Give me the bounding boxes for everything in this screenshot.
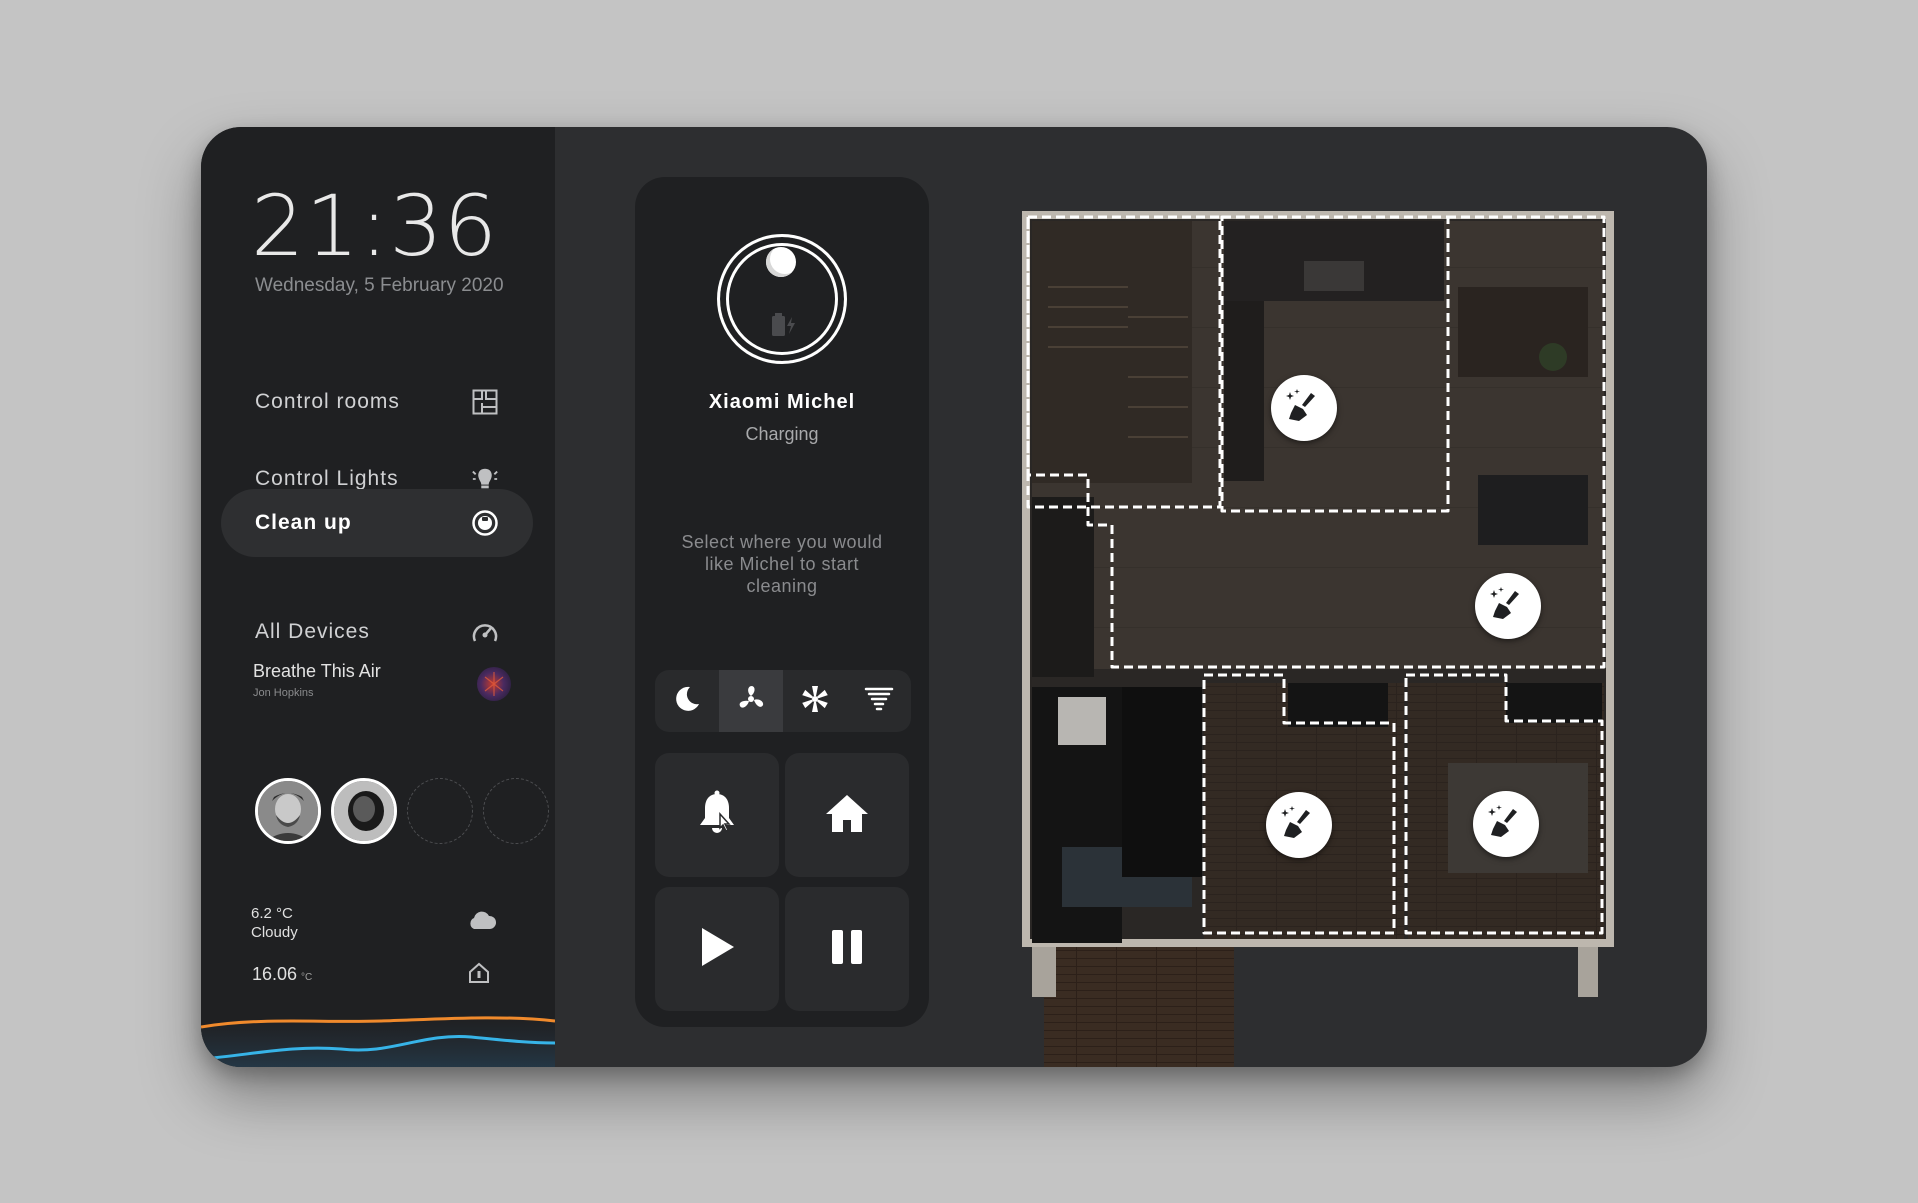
avatar-empty-slot[interactable] bbox=[407, 778, 473, 844]
clean-room-kitchen-button[interactable] bbox=[1271, 375, 1337, 441]
broom-sparkle-icon bbox=[1280, 804, 1318, 847]
avatar-empty-slot[interactable] bbox=[483, 778, 549, 844]
nav-label: Control rooms bbox=[255, 390, 400, 413]
tablet-frame: 21:36 Wednesday, 5 February 2020 Control… bbox=[201, 127, 1707, 1067]
avatar-user-2[interactable] bbox=[331, 778, 397, 844]
clean-room-bedroom-left-button[interactable] bbox=[1266, 792, 1332, 858]
broom-sparkle-icon bbox=[1285, 387, 1323, 430]
robot-vacuum-image bbox=[717, 234, 847, 364]
play-icon bbox=[698, 926, 736, 973]
clean-room-bedroom-right-button[interactable] bbox=[1473, 791, 1539, 857]
tornado-icon bbox=[863, 683, 895, 720]
mode-quiet-button[interactable] bbox=[655, 670, 719, 732]
home-temp-icon bbox=[467, 961, 491, 990]
nav-label: Clean up bbox=[255, 511, 352, 534]
fan-icon bbox=[735, 683, 767, 720]
broom-sparkle-icon bbox=[1487, 803, 1525, 846]
gauge-icon bbox=[471, 618, 499, 646]
clean-room-living-button[interactable] bbox=[1475, 573, 1541, 639]
fan-strong-icon bbox=[799, 683, 831, 720]
dock-button[interactable] bbox=[785, 753, 909, 877]
pause-button[interactable] bbox=[785, 887, 909, 1011]
home-icon bbox=[824, 792, 870, 839]
mode-strong-button[interactable] bbox=[783, 670, 847, 732]
clock-time: 21:36 bbox=[251, 177, 499, 275]
sidebar: 21:36 Wednesday, 5 February 2020 Control… bbox=[201, 127, 555, 1067]
start-button[interactable] bbox=[655, 887, 779, 1011]
locate-button[interactable] bbox=[655, 753, 779, 877]
avatar-user-1[interactable] bbox=[255, 778, 321, 844]
weather-condition: Cloudy bbox=[251, 924, 298, 941]
robot-sensor bbox=[766, 247, 796, 277]
album-art bbox=[477, 667, 511, 701]
action-buttons bbox=[655, 753, 911, 1011]
indoor-temperature-value: 16.06 bbox=[252, 964, 298, 984]
device-panel: Xiaomi Michel Charging Select where you … bbox=[635, 177, 929, 1027]
clock-date: Wednesday, 5 February 2020 bbox=[255, 275, 504, 296]
floor-plan-image bbox=[1022, 211, 1614, 1067]
nav-all-devices[interactable]: All Devices bbox=[221, 598, 533, 666]
track-artist: Jon Hopkins bbox=[253, 687, 314, 699]
suction-mode-selector bbox=[655, 670, 911, 732]
pause-icon bbox=[829, 928, 865, 971]
robot-vacuum-icon bbox=[471, 509, 499, 537]
battery-charging-icon bbox=[770, 311, 800, 342]
nav-label: All Devices bbox=[255, 620, 370, 643]
indoor-temperature: 16.06 °C bbox=[252, 964, 312, 985]
indoor-temperature-unit: °C bbox=[301, 972, 313, 983]
mode-turbo-button[interactable] bbox=[847, 670, 911, 732]
instruction-text: Select where you would like Michel to st… bbox=[681, 532, 883, 596]
device-name: Xiaomi Michel bbox=[708, 391, 856, 413]
floorplan-icon bbox=[471, 388, 499, 416]
cloud-icon bbox=[467, 910, 497, 935]
floor-map bbox=[1018, 207, 1614, 1067]
nav-clean-up[interactable]: Clean up bbox=[221, 489, 533, 557]
device-status: Charging bbox=[745, 424, 819, 444]
nav-label: Control Lights bbox=[255, 467, 399, 490]
track-title: Breathe This Air bbox=[253, 661, 381, 681]
weather-temperature: 6.2 °C bbox=[251, 905, 293, 922]
broom-sparkle-icon bbox=[1489, 585, 1527, 628]
now-playing[interactable]: Breathe This Air Jon Hopkins bbox=[253, 661, 511, 711]
moon-icon bbox=[672, 684, 702, 719]
mode-standard-button[interactable] bbox=[719, 670, 783, 732]
bell-icon bbox=[695, 790, 739, 841]
nav-control-rooms[interactable]: Control rooms bbox=[221, 368, 533, 436]
energy-wave bbox=[201, 1016, 555, 1067]
